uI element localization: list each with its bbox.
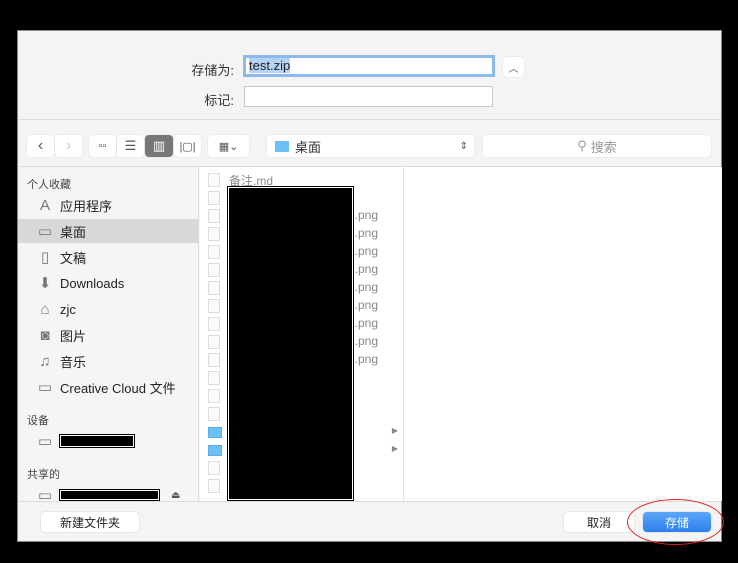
file-icon bbox=[208, 461, 220, 475]
new-folder-button[interactable]: 新建文件夹 bbox=[41, 512, 139, 532]
icon-view-button[interactable]: ▫▫ bbox=[89, 135, 116, 157]
search-field[interactable]: ⚲ 搜索 bbox=[483, 135, 711, 157]
tags-label: 标记: bbox=[204, 93, 234, 108]
file-icon bbox=[208, 227, 220, 241]
file-icon bbox=[208, 245, 220, 259]
shared-header: 共享的 bbox=[27, 469, 60, 481]
redacted-device-name bbox=[59, 434, 135, 448]
sidebar-item-label: 图片 bbox=[60, 328, 87, 344]
arrange-icon: ▦⌄ bbox=[218, 140, 239, 153]
file-icon bbox=[208, 353, 220, 367]
file-icon bbox=[208, 281, 220, 295]
sidebar-item-documents[interactable]: ▯ 文稿 bbox=[18, 245, 198, 269]
file-name: .png bbox=[354, 298, 378, 312]
sidebar-item-apps[interactable]: A 应用程序 bbox=[18, 193, 198, 217]
file-name: .png bbox=[354, 334, 378, 348]
file-icon bbox=[208, 209, 220, 223]
save-dialog: 存储为: test.zip ︿ 标记: ‹ › ▫▫ ☰ ▥ |▢| ▦⌄ 桌面… bbox=[17, 30, 722, 542]
sidebar-item-label: 桌面 bbox=[60, 224, 87, 240]
home-icon: ⌂ bbox=[40, 300, 50, 318]
sidebar-item-label: 应用程序 bbox=[60, 198, 113, 214]
cancel-button[interactable]: 取消 bbox=[564, 512, 634, 532]
file-icon bbox=[208, 389, 220, 403]
sidebar-item-music[interactable]: ♫ 音乐 bbox=[18, 349, 198, 373]
back-button[interactable]: ‹ bbox=[27, 135, 54, 157]
save-as-input[interactable]: test.zip bbox=[243, 55, 495, 77]
file-name: .png bbox=[354, 316, 378, 330]
sidebar-item-pictures[interactable]: ◙ 图片 bbox=[18, 323, 198, 347]
disclosure-arrow-icon: ▶ bbox=[391, 426, 398, 435]
arrange-button[interactable]: ▦⌄ bbox=[208, 135, 249, 157]
devices-header: 设备 bbox=[27, 415, 49, 427]
file-icon bbox=[208, 191, 220, 205]
sidebar-item-creative-cloud[interactable]: ▭ Creative Cloud 文件 bbox=[18, 375, 198, 399]
file-name: .png bbox=[354, 280, 378, 294]
apps-icon: A bbox=[39, 196, 50, 214]
file-icon bbox=[208, 371, 220, 385]
documents-icon: ▯ bbox=[40, 249, 50, 266]
redacted-shared-name bbox=[59, 489, 160, 501]
file-icon bbox=[208, 479, 220, 493]
location-popup[interactable]: 桌面 ⇕ bbox=[267, 135, 474, 157]
chevron-up-icon: ︿ bbox=[508, 63, 519, 75]
sidebar-item-label: 文稿 bbox=[60, 250, 87, 266]
search-placeholder: 搜索 bbox=[590, 139, 617, 155]
columns-icon: ▥ bbox=[152, 138, 166, 153]
sidebar-item-downloads[interactable]: ⬇ Downloads bbox=[18, 271, 198, 295]
desktop-icon: ▭ bbox=[37, 223, 53, 240]
file-icon bbox=[208, 407, 220, 421]
location-label: 桌面 bbox=[295, 139, 322, 155]
grid-icon: ▫▫ bbox=[98, 140, 107, 152]
sidebar-item-label: Creative Cloud 文件 bbox=[60, 380, 176, 396]
column-view-button[interactable]: ▥ bbox=[145, 135, 173, 157]
cover-flow-button[interactable]: |▢| bbox=[174, 135, 201, 157]
file-icon bbox=[208, 173, 220, 187]
favorites-header: 个人收藏 bbox=[27, 179, 71, 191]
eject-icon[interactable]: ⏏ bbox=[171, 490, 180, 501]
expand-button[interactable]: ︿ bbox=[503, 57, 524, 77]
file-icon bbox=[208, 317, 220, 331]
file-name: .png bbox=[354, 352, 378, 366]
annotation-circle bbox=[627, 499, 724, 545]
folder-icon: ▭ bbox=[37, 379, 53, 396]
sidebar-item-device[interactable]: ▭ bbox=[18, 429, 198, 453]
list-view-button[interactable]: ☰ bbox=[117, 135, 144, 157]
sidebar-item-home[interactable]: ⌂ zjc bbox=[18, 297, 198, 321]
sidebar-item-label: zjc bbox=[60, 301, 76, 317]
file-name: .png bbox=[354, 208, 378, 222]
file-name: .png bbox=[354, 226, 378, 240]
file-icon bbox=[208, 263, 220, 277]
updown-icon: ⇕ bbox=[459, 140, 468, 152]
sidebar: 个人收藏 A 应用程序 ▭ 桌面 ▯ 文稿 ⬇ Downloads ⌂ zjc ◙ 图片 ♫… bbox=[18, 167, 199, 504]
list-icon: ☰ bbox=[124, 138, 137, 153]
chevron-right-icon: › bbox=[65, 137, 72, 154]
save-as-value: test.zip bbox=[249, 58, 291, 73]
laptop-icon: ▭ bbox=[37, 433, 53, 450]
sidebar-item-shared[interactable]: ▭ ⏏ bbox=[18, 483, 198, 507]
sidebar-item-label: 音乐 bbox=[60, 354, 87, 370]
music-icon: ♫ bbox=[39, 352, 51, 370]
folder-icon bbox=[275, 140, 289, 152]
camera-icon: ◙ bbox=[40, 326, 50, 344]
folder-icon bbox=[208, 427, 222, 438]
tags-input[interactable] bbox=[244, 86, 493, 107]
file-name: .png bbox=[354, 244, 378, 258]
downloads-icon: ⬇ bbox=[38, 275, 52, 292]
file-icon bbox=[208, 335, 220, 349]
sidebar-item-label: Downloads bbox=[60, 275, 125, 291]
disclosure-arrow-icon: ▶ bbox=[391, 444, 398, 453]
search-icon: ⚲ bbox=[577, 138, 587, 153]
preview-column bbox=[404, 167, 722, 501]
forward-button[interactable]: › bbox=[55, 135, 82, 157]
redacted-region bbox=[227, 186, 354, 501]
folder-icon bbox=[208, 445, 222, 456]
file-icon bbox=[208, 299, 220, 313]
chevron-left-icon: ‹ bbox=[37, 137, 44, 154]
cover-flow-icon: |▢| bbox=[179, 140, 196, 153]
sidebar-item-desktop[interactable]: ▭ 桌面 bbox=[18, 219, 198, 243]
save-as-label: 存储为: bbox=[191, 63, 234, 78]
file-name: .png bbox=[354, 262, 378, 276]
